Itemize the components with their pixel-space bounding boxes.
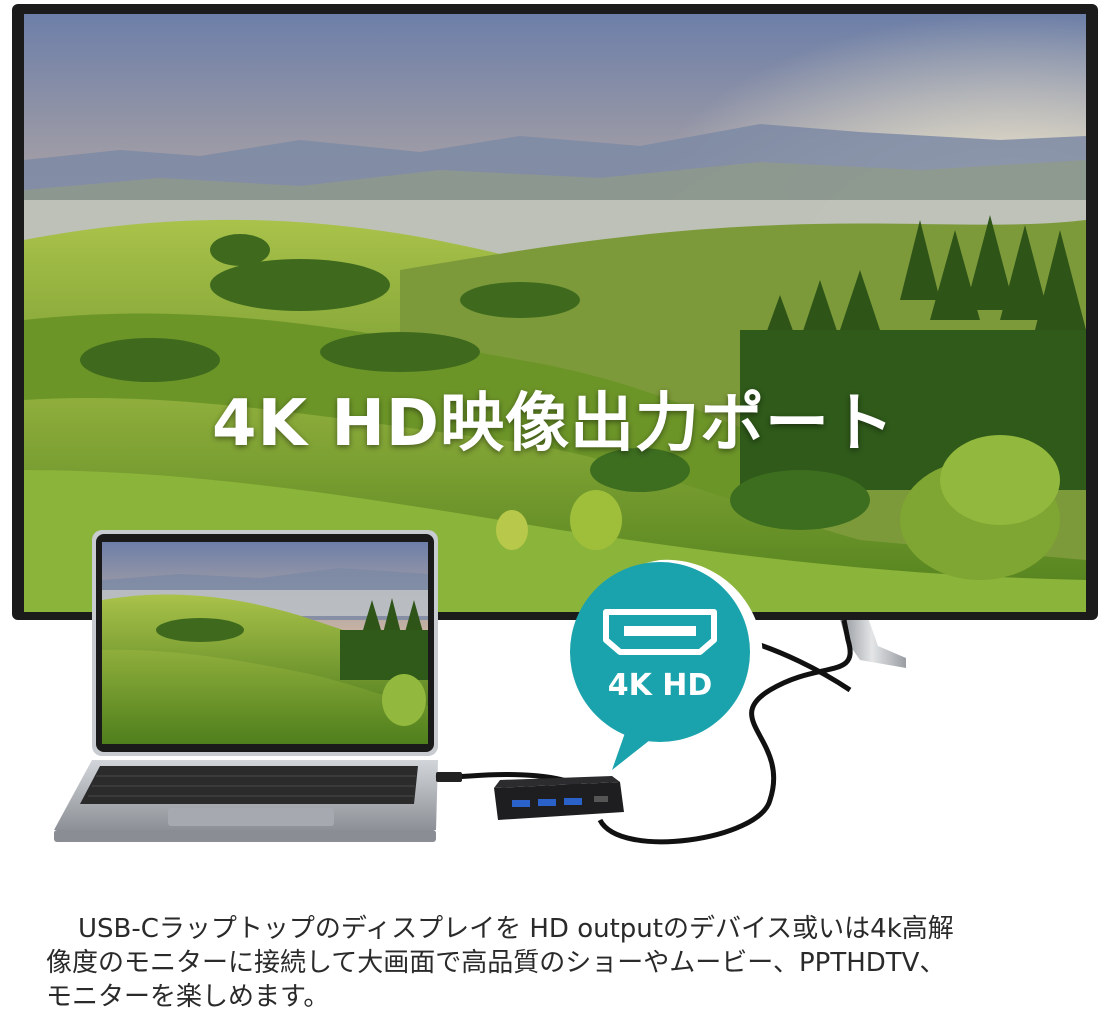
caption-line-2: 像度のモニターに接続して大画面で高品質のショーやムービー、PPTHDTV、 xyxy=(46,948,946,978)
product-illustration xyxy=(12,4,1098,845)
tv-screen xyxy=(24,14,1086,612)
usb-hub xyxy=(494,776,624,820)
caption-line-1: USB-Cラップトップのディスプレイを HD outputのデバイス或いは4k高… xyxy=(78,914,954,944)
laptop xyxy=(54,530,438,842)
caption: USB-Cラップトップのディスプレイを HD outputのデバイス或いは4k高… xyxy=(46,912,1066,1014)
4k-hd-badge xyxy=(570,559,763,772)
headline: 4K HD映像出力ポート xyxy=(211,387,896,461)
badge-label: 4K HD xyxy=(607,668,713,703)
caption-line-3: モニターを楽しめます。 xyxy=(46,982,330,1012)
laptop-screen xyxy=(102,542,428,744)
